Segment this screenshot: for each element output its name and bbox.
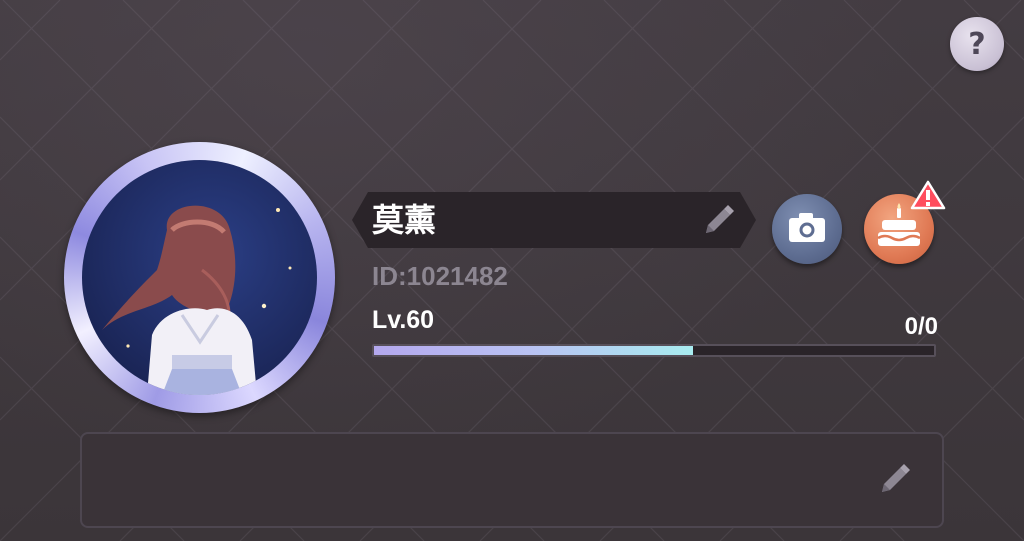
pencil-icon[interactable] [874, 460, 914, 500]
bio-panel[interactable] [80, 432, 944, 528]
player-level: Lv.60 [372, 306, 435, 334]
camera-icon [789, 213, 825, 242]
player-id: ID:1021482 [372, 261, 508, 291]
exp-progress-fill [374, 346, 694, 355]
question-icon: ? [968, 26, 986, 62]
star-sparkle [126, 344, 130, 348]
camera-button[interactable] [772, 194, 842, 264]
player-name: 莫薰 [372, 201, 437, 239]
avatar[interactable] [64, 142, 335, 413]
star-sparkle [261, 303, 267, 309]
pencil-icon[interactable] [698, 201, 738, 241]
exp-progress-bar [372, 344, 936, 357]
avatar-illustration [102, 205, 292, 395]
help-button[interactable]: ? [950, 17, 1004, 71]
exp-counter: 0/0 [904, 313, 938, 340]
star-sparkle [288, 266, 292, 270]
star-sparkle [276, 208, 280, 212]
avatar-image [82, 160, 317, 395]
alert-badge-icon: ! [910, 180, 946, 210]
